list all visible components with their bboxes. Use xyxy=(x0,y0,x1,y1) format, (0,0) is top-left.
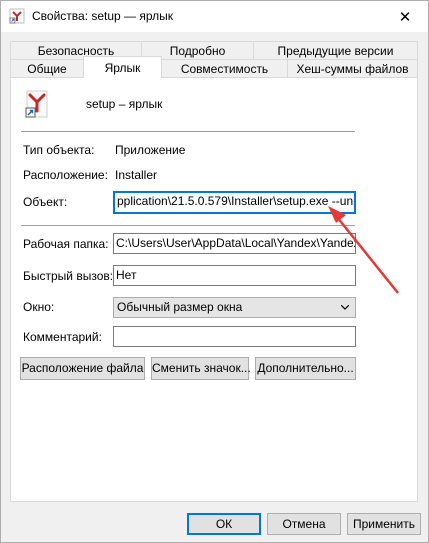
start-in-field[interactable]: C:\Users\User\AppData\Local\Yandex\Yande… xyxy=(113,233,356,254)
location-label: Расположение: xyxy=(23,168,108,182)
shortcut-tab-panel xyxy=(10,77,418,502)
title-bar[interactable]: Свойства: setup — ярлык ✕ xyxy=(1,1,428,32)
tab-previous-versions[interactable]: Предыдущие версии xyxy=(253,41,418,60)
close-icon: ✕ xyxy=(398,8,412,26)
start-in-label: Рабочая папка: xyxy=(23,237,109,251)
ok-button[interactable]: ОК xyxy=(187,513,261,535)
target-label: Объект: xyxy=(23,195,68,209)
divider xyxy=(21,131,355,132)
hotkey-label: Быстрый вызов: xyxy=(23,269,114,283)
run-dropdown[interactable]: Обычный размер окна xyxy=(113,297,356,318)
location-value: Installer xyxy=(115,168,158,182)
hotkey-field[interactable]: Нет xyxy=(113,265,356,286)
shortcut-app-icon xyxy=(9,8,25,24)
run-label: Окно: xyxy=(23,300,55,314)
open-file-location-button[interactable]: Расположение файла xyxy=(20,357,145,380)
change-icon-button[interactable]: Сменить значок... xyxy=(151,357,251,380)
close-button[interactable]: ✕ xyxy=(382,1,428,32)
chevron-down-icon xyxy=(341,305,349,310)
apply-button[interactable]: Применить xyxy=(347,513,421,535)
tab-compatibility[interactable]: Совместимость xyxy=(161,59,288,78)
installer-app-icon xyxy=(25,90,48,118)
tab-file-hashes[interactable]: Хеш-суммы файлов xyxy=(287,59,418,78)
properties-window: Свойства: setup — ярлык ✕ Безопасность П… xyxy=(0,0,429,543)
window-title: Свойства: setup — ярлык xyxy=(32,9,174,23)
comment-label: Комментарий: xyxy=(23,330,102,344)
type-label: Тип объекта: xyxy=(23,143,95,157)
run-dropdown-value: Обычный размер окна xyxy=(117,300,243,314)
target-field[interactable]: pplication\21.5.0.579\Installer\setup.ex… xyxy=(113,191,356,214)
tab-shortcut[interactable]: Ярлык xyxy=(83,56,162,78)
comment-field[interactable] xyxy=(113,326,356,347)
divider xyxy=(21,225,355,226)
tab-general[interactable]: Общие xyxy=(10,59,84,78)
type-value: Приложение xyxy=(115,143,186,157)
shortcut-name: setup – ярлык xyxy=(86,97,163,111)
cancel-button[interactable]: Отмена xyxy=(267,513,341,535)
advanced-button[interactable]: Дополнительно... xyxy=(255,357,356,380)
